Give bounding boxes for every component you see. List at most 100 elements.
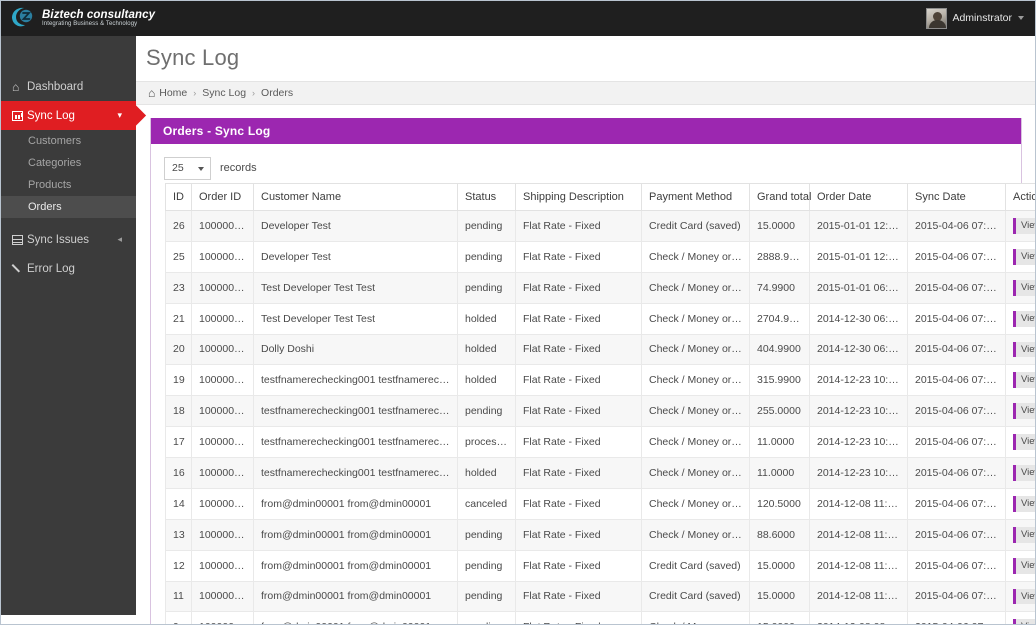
cell-payment: Check / Money order bbox=[641, 395, 750, 428]
table-body: 26 100000028 Developer Test pending Flat Rat… bbox=[165, 210, 1036, 625]
cell-customer: from@dmin00001 from@dmin00001 bbox=[253, 549, 458, 582]
view-button[interactable]: View bbox=[1013, 465, 1036, 481]
sidebar-item-customers[interactable]: Customers bbox=[0, 130, 136, 152]
records-select-wrap: 102550100 bbox=[164, 156, 211, 180]
panel-body: 102550100 records IDOrder IDCustomer Nam… bbox=[151, 144, 1036, 625]
table-header-row: ID Order ID Customer Name Status Shipping De… bbox=[165, 183, 1036, 211]
table-column-header: Customer Name bbox=[253, 183, 458, 211]
cell-customer: from@dmin00001 from@dmin00001 bbox=[253, 580, 458, 613]
cell-order-date: 2014-12-30 06:50:38 bbox=[809, 302, 908, 335]
cell-order-date: 2014-12-23 10:15:47 bbox=[809, 395, 908, 428]
cell-shipping: Flat Rate - Fixed bbox=[515, 487, 642, 520]
view-button[interactable]: View bbox=[1013, 619, 1036, 625]
cell-order-id: 100000012 bbox=[191, 580, 254, 613]
view-button[interactable]: View bbox=[1013, 495, 1036, 512]
view-button[interactable]: View bbox=[1013, 310, 1036, 327]
user-name: Adminstrator bbox=[952, 12, 1012, 24]
cell-sync-date: 2015-04-06 07:18:27 bbox=[907, 580, 1006, 613]
cell-shipping: Flat Rate - Fixed bbox=[515, 611, 642, 625]
table-column-header: Shipping Description bbox=[515, 183, 642, 211]
panel-header: Orders - Sync Log bbox=[151, 118, 1021, 144]
cell-payment: Credit Card (saved) bbox=[641, 580, 750, 613]
cell-id: 9 bbox=[165, 611, 192, 625]
cell-id: 13 bbox=[165, 518, 192, 551]
sidebar-subitem-label: Categories bbox=[28, 157, 82, 169]
cell-shipping: Flat Rate - Fixed bbox=[515, 395, 642, 428]
brand-tagline: Integrating Business & Technology bbox=[42, 20, 138, 27]
table-row: 19 100000022 testfnamerechecking001 testfn… bbox=[165, 364, 1036, 397]
view-button[interactable]: View bbox=[1013, 248, 1036, 265]
sidebar-item-orders[interactable]: Orders bbox=[0, 196, 136, 218]
cell-sync-date: 2015-04-06 07:18:28 bbox=[907, 549, 1006, 582]
breadcrumb-separator: › bbox=[252, 88, 256, 98]
cell-action: View bbox=[1005, 611, 1036, 625]
cell-action: View bbox=[1005, 395, 1036, 428]
cell-total: 88.6000 bbox=[749, 518, 810, 551]
main-content: Sync Log Home › Sync Log › Orders Orders… bbox=[136, 36, 1036, 625]
breadcrumb-item-sync-log[interactable]: Sync Log bbox=[202, 87, 246, 99]
table-row: 14 100000016 from@dmin00001 from@dmin00001… bbox=[165, 487, 1036, 520]
view-button[interactable]: View bbox=[1013, 434, 1036, 450]
cell-action: View bbox=[1005, 518, 1036, 551]
records-per-page-select[interactable]: 102550100 bbox=[164, 156, 211, 180]
cell-order-date: 2014-12-08 11:41:51 bbox=[809, 518, 908, 551]
cell-status: holded bbox=[457, 364, 516, 397]
sidebar-item-categories[interactable]: Categories bbox=[0, 152, 136, 174]
cell-action: View bbox=[1005, 302, 1036, 335]
sidebar-item-error-log[interactable]: Error Log bbox=[0, 254, 136, 283]
admin-dashboard-page: Biztech consultancy Integrating Business… bbox=[0, 0, 1036, 625]
table-row: 11 100000012 from@dmin00001 from@dmin00001… bbox=[165, 580, 1036, 613]
breadcrumb-item-home[interactable]: Home bbox=[159, 87, 187, 99]
panel-title: Orders - Sync Log bbox=[163, 124, 271, 138]
cell-order-date: 2015-01-01 06:33:37 bbox=[809, 271, 908, 304]
cell-order-id: 100000019 bbox=[191, 457, 254, 489]
cell-shipping: Flat Rate - Fixed bbox=[515, 518, 642, 551]
sidebar-item-dashboard[interactable]: Dashboard bbox=[0, 72, 136, 101]
sidebar-subitem-label: Customers bbox=[28, 135, 82, 147]
cell-order-date: 2014-12-30 06:19:03 bbox=[809, 333, 908, 366]
view-button[interactable]: View bbox=[1013, 588, 1036, 605]
cell-order-id: 100000017 bbox=[191, 240, 254, 273]
sidebar-item-sync-issues[interactable]: Sync Issues ◂ bbox=[0, 225, 136, 254]
view-button[interactable]: View bbox=[1013, 372, 1036, 389]
table-row: 16 100000019 testfnamerechecking001 testfn… bbox=[165, 457, 1036, 489]
sidebar-item-sync-log[interactable]: Sync Log ▾ bbox=[0, 101, 136, 130]
orders-panel: Orders - Sync Log 102550100 records bbox=[150, 118, 1036, 625]
cell-order-id: 100000013 bbox=[191, 549, 254, 582]
view-button[interactable]: View bbox=[1013, 279, 1036, 296]
view-button[interactable]: View bbox=[1013, 526, 1036, 543]
view-button[interactable]: View bbox=[1013, 557, 1036, 574]
cell-order-id: 100000028 bbox=[191, 210, 254, 242]
cell-total: 11.0000 bbox=[749, 426, 810, 458]
page-header: Sync Log bbox=[136, 36, 1036, 81]
view-button[interactable]: View bbox=[1013, 218, 1036, 234]
cell-id: 16 bbox=[165, 457, 192, 489]
cell-payment: Check / Money order bbox=[641, 333, 750, 366]
cell-payment: Check / Money order bbox=[641, 271, 750, 304]
orders-table-wrap: ID Order ID Customer Name Status Shipping De… bbox=[159, 183, 1036, 625]
home-icon bbox=[148, 86, 155, 100]
cell-order-id: 100000020 bbox=[191, 426, 254, 458]
cell-action: View bbox=[1005, 457, 1036, 489]
cell-order-date: 2014-12-08 11:51:36 bbox=[809, 487, 908, 520]
table-column-header: Status bbox=[457, 183, 516, 211]
cell-id: 25 bbox=[165, 240, 192, 273]
cell-customer: from@dmin00001 from@dmin00001 bbox=[253, 611, 458, 625]
cell-id: 23 bbox=[165, 271, 192, 304]
cell-payment: Check / Money order bbox=[641, 364, 750, 397]
cell-payment: Check / Money order bbox=[641, 611, 750, 625]
table-column-header: Action bbox=[1005, 183, 1036, 211]
cell-status: pending bbox=[457, 210, 516, 242]
cell-status: pending bbox=[457, 271, 516, 304]
table-row: 9100000010from@dmin00001 from@dmin00001p… bbox=[165, 611, 1036, 625]
sidebar-item-products[interactable]: Products bbox=[0, 174, 136, 196]
view-button[interactable]: View bbox=[1013, 341, 1036, 358]
brand-logo[interactable]: Biztech consultancy Integrating Business… bbox=[0, 0, 155, 36]
cell-order-date: 2015-01-01 12:34:15 bbox=[809, 240, 908, 273]
view-button[interactable]: View bbox=[1013, 403, 1036, 420]
user-menu[interactable]: Adminstrator bbox=[920, 0, 1036, 36]
cell-status: canceled bbox=[457, 487, 516, 520]
cell-order-date: 2015-01-01 12:35:01 bbox=[809, 210, 908, 242]
cell-order-id: 100000010 bbox=[191, 611, 254, 625]
cell-total: 15.0000 bbox=[749, 611, 810, 625]
